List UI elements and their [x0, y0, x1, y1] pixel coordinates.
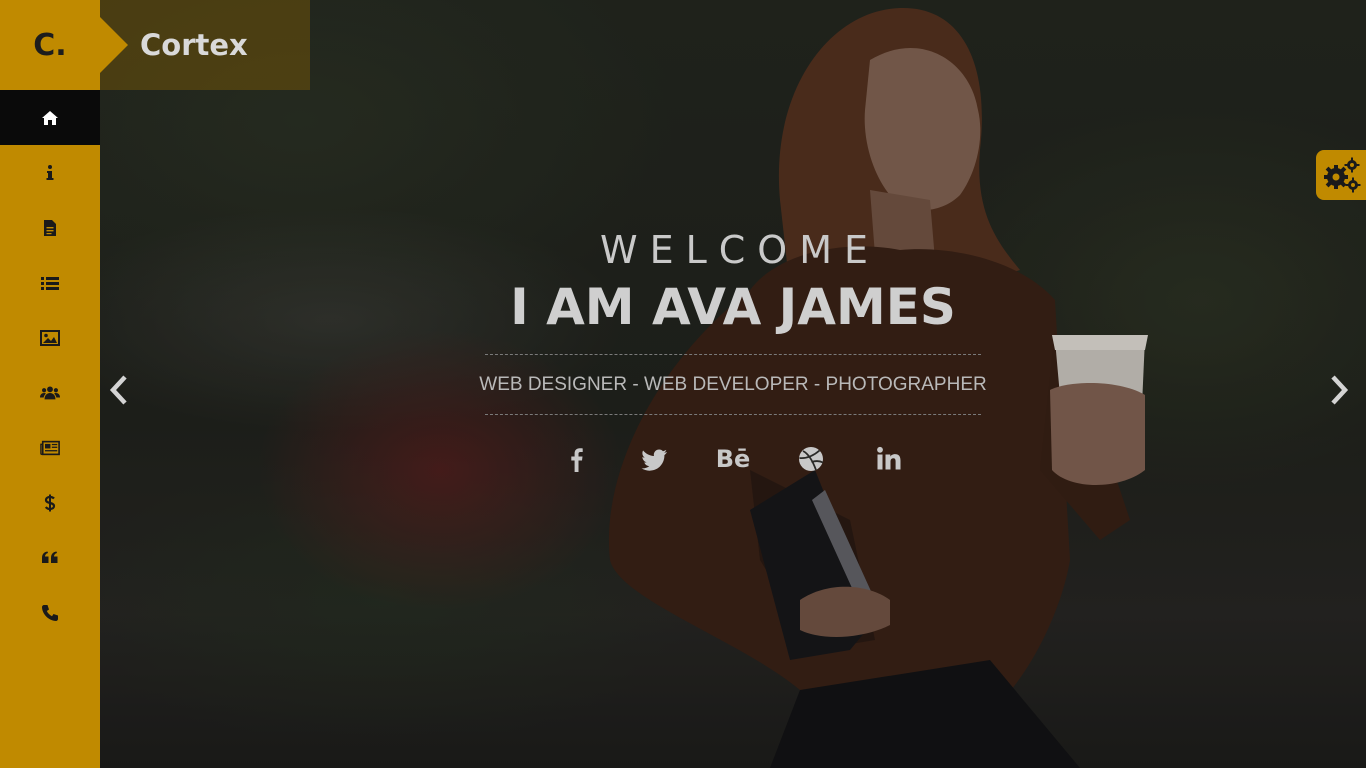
- gears-icon: [1324, 157, 1361, 193]
- hero-title: I AM AVA JAMES: [510, 278, 956, 336]
- hero-roles: WEB DESIGNER - WEB DEVELOPER - PHOTOGRAP…: [479, 374, 987, 395]
- info-icon: [46, 164, 54, 180]
- sidebar-item-blog[interactable]: [0, 420, 100, 475]
- sidebar-item-testimonials[interactable]: [0, 530, 100, 585]
- welcome-text: WELCOME: [600, 228, 880, 272]
- sidebar-item-contact[interactable]: [0, 585, 100, 640]
- social-link-linkedin[interactable]: [850, 441, 928, 477]
- file-icon: [44, 219, 56, 236]
- social-link-twitter[interactable]: [616, 441, 694, 477]
- logo-arrow-decoration: [100, 17, 128, 73]
- users-icon: [40, 385, 60, 399]
- sidebar-item-pricing[interactable]: [0, 475, 100, 530]
- sidebar-nav: [0, 90, 100, 640]
- divider-bottom: [485, 414, 981, 415]
- sidebar-item-services[interactable]: [0, 255, 100, 310]
- behance-icon: Bē: [715, 445, 751, 473]
- list-icon: [41, 276, 59, 290]
- chevron-right-icon: [1331, 375, 1349, 405]
- hero-content: WELCOME I AM AVA JAMES WEB DESIGNER - WE…: [470, 228, 996, 477]
- sidebar: C.: [0, 0, 100, 768]
- chevron-left-icon: [109, 375, 127, 405]
- dollar-icon: [44, 494, 56, 511]
- style-switcher-toggle[interactable]: [1316, 150, 1366, 200]
- social-links: Bē: [470, 441, 996, 477]
- divider-top: [485, 354, 981, 355]
- sidebar-item-team[interactable]: [0, 365, 100, 420]
- image-icon: [40, 329, 60, 346]
- quote-icon: [42, 551, 58, 563]
- logo[interactable]: C.: [0, 0, 100, 90]
- brand-name[interactable]: Cortex: [140, 28, 248, 62]
- sidebar-item-home[interactable]: [0, 90, 100, 145]
- slider-prev-button[interactable]: [100, 370, 140, 410]
- sidebar-item-portfolio[interactable]: [0, 310, 100, 365]
- dribbble-icon: [799, 447, 824, 471]
- twitter-icon: [641, 449, 667, 471]
- sidebar-item-about[interactable]: [0, 145, 100, 200]
- sidebar-item-resume[interactable]: [0, 200, 100, 255]
- logo-letter: C.: [33, 27, 67, 63]
- slider-next-button[interactable]: [1318, 370, 1358, 410]
- facebook-icon: [571, 448, 583, 472]
- brand-bar: Cortex: [100, 0, 310, 90]
- newspaper-icon: [40, 440, 60, 455]
- linkedin-icon: [877, 446, 901, 470]
- social-link-dribbble[interactable]: [772, 441, 850, 477]
- phone-icon: [42, 604, 58, 621]
- home-icon: [42, 110, 58, 125]
- social-link-behance[interactable]: Bē: [694, 441, 772, 477]
- social-link-facebook[interactable]: [538, 441, 616, 477]
